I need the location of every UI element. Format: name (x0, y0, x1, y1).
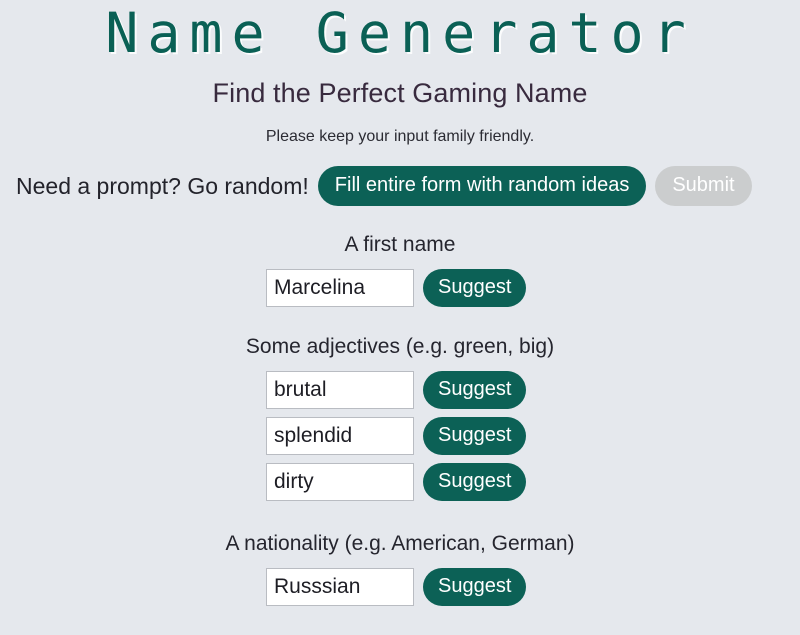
page-subtitle: Find the Perfect Gaming Name (212, 78, 588, 108)
page-title: Name Generator (105, 1, 695, 65)
adjective-input-1[interactable] (266, 371, 414, 409)
nationality-input[interactable] (266, 568, 414, 606)
adjectives-group: Some adjectives (e.g. green, big) Sugges… (0, 307, 800, 501)
nationality-label: A nationality (e.g. American, German) (225, 532, 575, 555)
family-friendly-notice: Please keep your input family friendly. (265, 128, 535, 145)
adjective-row: Suggest (0, 463, 800, 501)
random-prompt-text: Need a prompt? Go random! (16, 172, 309, 199)
name-generator-page: Name Generator Find the Perfect Gaming N… (0, 0, 800, 635)
nationality-group: A nationality (e.g. American, German) Su… (0, 501, 800, 606)
submit-button[interactable]: Submit (655, 166, 752, 206)
adjective-input-2[interactable] (266, 417, 414, 455)
adjective-input-3[interactable] (266, 463, 414, 501)
suggest-adjective-button-3[interactable]: Suggest (423, 463, 527, 501)
suggest-first-name-button[interactable]: Suggest (423, 269, 527, 307)
suggest-adjective-button-2[interactable]: Suggest (423, 417, 527, 455)
adjective-row: Suggest (0, 417, 800, 455)
suggest-adjective-button-1[interactable]: Suggest (423, 371, 527, 409)
first-name-label: A first name (344, 233, 456, 256)
first-name-row: Suggest (0, 269, 800, 307)
random-prompt-row: Need a prompt? Go random! Fill entire fo… (0, 145, 800, 206)
first-name-input[interactable] (266, 269, 414, 307)
fill-random-button[interactable]: Fill entire form with random ideas (317, 166, 647, 206)
adjectives-label: Some adjectives (e.g. green, big) (245, 335, 555, 358)
suggest-nationality-button[interactable]: Suggest (423, 568, 527, 606)
first-name-group: A first name Suggest (0, 206, 800, 307)
adjective-row: Suggest (0, 371, 800, 409)
nationality-row: Suggest (0, 568, 800, 606)
